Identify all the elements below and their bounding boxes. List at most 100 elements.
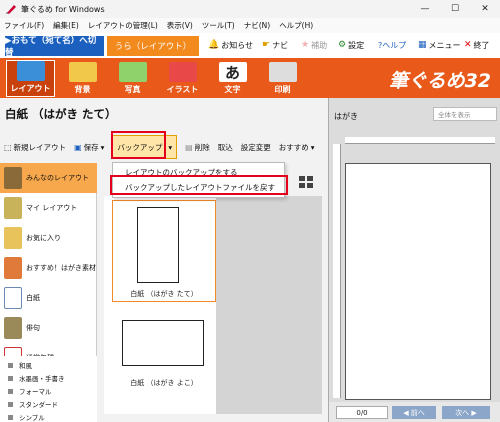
save-button[interactable]: ▣ 保存 ▾ <box>74 136 104 158</box>
ribbon-tab-text-label: 文字 <box>224 85 241 94</box>
ribbon-tab-illust[interactable]: イラスト <box>158 60 207 97</box>
change-settings-button[interactable]: 設定変更 <box>241 136 271 158</box>
ribbon-tab-layout-label: レイアウト <box>10 84 51 93</box>
subcategory-label: フォーマル <box>19 388 52 396</box>
ribbon-tab-text[interactable]: あ 文字 <box>208 60 257 97</box>
layout-thumbnail[interactable]: 白紙 （はがき よこ） <box>112 314 216 404</box>
ribbon-tab-print[interactable]: 印刷 <box>258 60 307 97</box>
grid-view-icon[interactable] <box>299 176 313 188</box>
import-button[interactable]: 取込 <box>218 136 233 158</box>
horizontal-ruler <box>345 137 495 144</box>
menu-icon: ▦ <box>418 40 427 50</box>
category-icon <box>4 317 22 339</box>
subcategory-item[interactable]: スタンダード <box>8 399 58 409</box>
chevron-down-icon: ▾ <box>168 142 173 152</box>
maximize-button[interactable]: ☐ <box>440 0 470 18</box>
category-item-my-layout[interactable]: マイ レイアウト <box>0 193 97 223</box>
delete-label: 削除 <box>194 142 210 152</box>
category-list: みんなのレイアウト マイ レイアウト お気に入り おすすめ！はがき素材 白紙 俳… <box>0 163 97 369</box>
text-icon: あ <box>218 62 247 82</box>
blank-landscape-preview <box>122 320 204 366</box>
page-counter: 0/0 <box>336 406 388 419</box>
category-label: みんなのレイアウト <box>26 174 89 182</box>
zoom-select[interactable]: 全体を表示 <box>433 107 497 121</box>
star-icon: ★ <box>301 40 310 50</box>
menu-edit[interactable]: 編集(E) <box>53 20 79 31</box>
category-item-haiku[interactable]: 俳句 <box>0 313 97 343</box>
prev-page-button[interactable]: ◀ 前へ <box>392 406 436 419</box>
printer-icon <box>268 62 297 82</box>
news-label: お知らせ <box>221 40 254 50</box>
brand-logo: 筆ぐるめ32 <box>388 69 492 92</box>
menu-view[interactable]: 表示(V) <box>167 20 193 31</box>
layout-thumbnail-selected[interactable]: 白紙 （はがき たて） <box>112 200 216 302</box>
settings-label: 設定 <box>348 40 365 50</box>
recommended-label: おすすめ <box>278 142 309 152</box>
thumbnail-empty-area <box>216 196 322 414</box>
menu-navi[interactable]: ナビ(N) <box>244 20 270 31</box>
app-window: 筆ぐるめ for Windows — ☐ ✕ ファイル(F) 編集(E) レイア… <box>0 0 500 422</box>
bell-icon: 🔔 <box>208 40 220 50</box>
page-title: 白紙 （はがき たて） <box>5 107 117 121</box>
ribbon-tab-layout[interactable]: レイアウト <box>6 60 55 97</box>
blank-page-icon <box>4 287 22 309</box>
ribbon-tab-background[interactable]: 背景 <box>58 60 107 97</box>
subcategory-item[interactable]: 和風 <box>8 360 32 370</box>
category-icon <box>4 197 22 219</box>
delete-button[interactable]: ▤ 削除 <box>185 136 210 158</box>
menu-layout-manage[interactable]: レイアウトの管理(L) <box>88 20 158 31</box>
assist-button[interactable]: ★ 補助 <box>301 38 327 52</box>
background-icon <box>68 62 97 82</box>
minimize-button[interactable]: — <box>410 0 440 18</box>
blank-portrait-preview <box>137 207 179 283</box>
new-layout-icon: ⬚ <box>4 142 12 152</box>
category-label: お気に入り <box>26 234 61 242</box>
exit-button[interactable]: ✕ 終了 <box>464 38 490 52</box>
switch-to-address-tab[interactable]: ▶おもて（宛て名）へ切替 <box>5 36 104 58</box>
category-label: おすすめ！はがき素材 <box>26 264 96 272</box>
thumbnail-label: 白紙 （はがき たて） <box>130 290 198 298</box>
subcategory-label: スタンダード <box>19 401 58 409</box>
subcategory-item[interactable]: フォーマル <box>8 386 52 396</box>
category-item-recommended[interactable]: おすすめ！はがき素材 <box>0 253 97 283</box>
pointer-icon: ☛ <box>262 40 271 50</box>
menu-bar: ファイル(F) 編集(E) レイアウトの管理(L) 表示(V) ツール(T) ナ… <box>0 18 500 33</box>
ribbon-tab-photo[interactable]: 写真 <box>108 60 157 97</box>
navi-label: ナビ <box>272 40 289 50</box>
menu-help[interactable]: ヘルプ(H) <box>279 20 313 31</box>
subcategory-label: シンプル <box>19 414 45 422</box>
gear-icon: ⚙ <box>338 40 347 50</box>
subcategory-item[interactable]: シンプル <box>8 412 45 422</box>
menu-button[interactable]: ▦ メニュー <box>418 38 461 52</box>
ribbon-tab-print-label: 印刷 <box>274 85 291 94</box>
watermelon-icon <box>168 62 197 82</box>
restore-highlight-box <box>110 175 288 195</box>
vertical-ruler <box>333 144 341 398</box>
close-window-button[interactable]: ✕ <box>470 0 500 18</box>
subcategory-label: 水墨画・手書き <box>19 375 65 383</box>
backup-highlight-box <box>111 131 166 159</box>
close-icon: ✕ <box>464 40 472 50</box>
menu-label: メニュー <box>428 40 461 50</box>
new-layout-button[interactable]: ⬚ 新規レイアウト <box>4 136 66 158</box>
next-page-button[interactable]: 次へ ▶ <box>442 406 490 419</box>
help-button[interactable]: ?ヘルプ <box>378 38 406 52</box>
photo-icon <box>118 62 147 82</box>
news-button[interactable]: 🔔 お知らせ <box>208 38 253 52</box>
menu-tools[interactable]: ツール(T) <box>202 20 235 31</box>
postcard-preview[interactable] <box>345 163 491 400</box>
new-layout-label: 新規レイアウト <box>13 142 67 152</box>
subcategory-list: 和風 水墨画・手書き フォーマル スタンダード シンプル <box>0 356 97 422</box>
navi-button[interactable]: ☛ ナビ <box>262 38 288 52</box>
assist-label: 補助 <box>311 40 328 50</box>
category-item-blank[interactable]: 白紙 <box>0 283 97 313</box>
settings-button[interactable]: ⚙ 設定 <box>338 38 364 52</box>
layout-side-tab[interactable]: うら（レイアウト） <box>107 36 199 56</box>
save-label: 保存 <box>83 142 99 152</box>
category-item-favorites[interactable]: お気に入り <box>0 223 97 253</box>
recommended-button[interactable]: おすすめ ▾ <box>279 136 315 158</box>
category-item-everyone[interactable]: みんなのレイアウト <box>0 163 97 193</box>
subcategory-item[interactable]: 水墨画・手書き <box>8 373 65 383</box>
help-label: ?ヘルプ <box>378 40 407 50</box>
menu-file[interactable]: ファイル(F) <box>4 20 44 31</box>
